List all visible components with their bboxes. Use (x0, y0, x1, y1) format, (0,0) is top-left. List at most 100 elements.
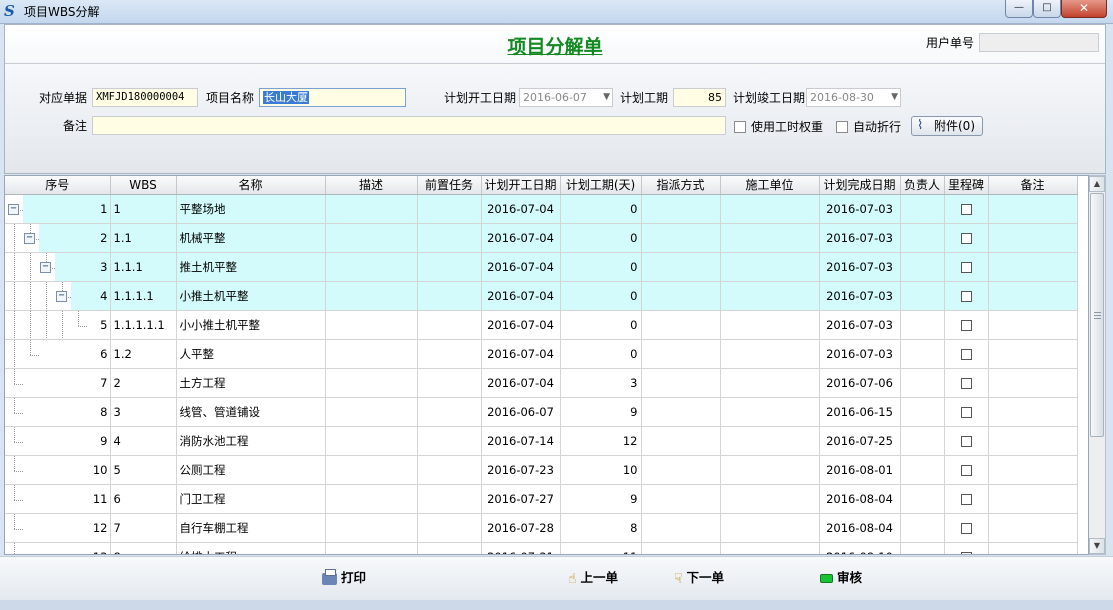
description-cell[interactable] (325, 310, 418, 340)
milestone-checkbox[interactable] (960, 435, 972, 447)
name-cell[interactable]: 给排水工程 (176, 542, 326, 554)
contractor-cell[interactable] (720, 368, 820, 398)
remark-cell[interactable] (988, 426, 1078, 456)
plan-finish-cell[interactable]: 2016-08-04 (819, 513, 901, 543)
plan-duration-field[interactable]: 85 (673, 88, 726, 107)
plan-days-cell[interactable]: 0 (560, 281, 642, 311)
audit-button[interactable]: 审核 (820, 569, 862, 587)
owner-cell[interactable] (900, 397, 945, 427)
owner-cell[interactable] (900, 542, 945, 554)
print-button[interactable]: 打印 (322, 568, 366, 587)
plan-start-cell[interactable]: 2016-07-14 (481, 426, 561, 456)
predecessor-cell[interactable] (417, 426, 482, 456)
plan-start-cell[interactable]: 2016-07-04 (481, 223, 561, 253)
milestone-checkbox[interactable] (960, 203, 972, 215)
plan-days-cell[interactable]: 12 (560, 426, 642, 456)
owner-cell[interactable] (900, 455, 945, 485)
milestone-cell[interactable] (944, 397, 989, 427)
contractor-cell[interactable] (720, 484, 820, 514)
collapse-toggle-icon[interactable]: − (56, 290, 67, 302)
description-cell[interactable] (325, 397, 418, 427)
table-row[interactable]: 10 5 公厕工程 2016-07-23 10 2016-08-01 (5, 455, 1078, 485)
name-cell[interactable]: 推土机平整 (176, 252, 326, 282)
attachment-button[interactable]: ⌇ 附件(0) (911, 116, 983, 136)
milestone-cell[interactable] (944, 223, 989, 253)
wbs-cell[interactable]: 6 (110, 484, 177, 514)
contractor-cell[interactable] (720, 513, 820, 543)
predecessor-cell[interactable] (417, 281, 482, 311)
contractor-cell[interactable] (720, 194, 820, 224)
predecessor-cell[interactable] (417, 223, 482, 253)
name-cell[interactable]: 公厕工程 (176, 455, 326, 485)
description-cell[interactable] (325, 455, 418, 485)
owner-cell[interactable] (900, 339, 945, 369)
name-cell[interactable]: 土方工程 (176, 368, 326, 398)
collapse-toggle-icon[interactable]: − (40, 261, 51, 273)
assign-mode-cell[interactable] (641, 281, 721, 311)
name-cell[interactable]: 平整场地 (176, 194, 326, 224)
plan-finish-cell[interactable]: 2016-07-03 (819, 252, 901, 282)
plan-finish-cell[interactable]: 2016-07-03 (819, 223, 901, 253)
description-cell[interactable] (325, 281, 418, 311)
description-cell[interactable] (325, 339, 418, 369)
contractor-cell[interactable] (720, 397, 820, 427)
milestone-checkbox[interactable] (960, 522, 972, 534)
predecessor-cell[interactable] (417, 484, 482, 514)
plan-start-cell[interactable]: 2016-07-28 (481, 513, 561, 543)
plan-start-cell[interactable]: 2016-06-07 (481, 397, 561, 427)
plan-start-cell[interactable]: 2016-07-04 (481, 194, 561, 224)
plan-start-cell[interactable]: 2016-07-23 (481, 455, 561, 485)
wbs-cell[interactable]: 1.1.1.1.1 (110, 310, 177, 340)
name-cell[interactable]: 消防水池工程 (176, 426, 326, 456)
previous-button[interactable]: ☝ 上一单 (568, 569, 618, 588)
assign-mode-cell[interactable] (641, 484, 721, 514)
wbs-cell[interactable]: 1.1.1.1 (110, 281, 177, 311)
name-cell[interactable]: 线管、管道铺设 (176, 397, 326, 427)
collapse-toggle-icon[interactable]: − (24, 232, 35, 244)
plan-finish-cell[interactable]: 2016-08-01 (819, 455, 901, 485)
remark-cell[interactable] (988, 484, 1078, 514)
assign-mode-cell[interactable] (641, 339, 721, 369)
milestone-cell[interactable] (944, 426, 989, 456)
plan-finish-cell[interactable]: 2016-07-03 (819, 339, 901, 369)
table-row[interactable]: −4 1.1.1.1 小推土机平整 2016-07-04 0 2016-07-03 (5, 281, 1078, 311)
assign-mode-cell[interactable] (641, 455, 721, 485)
description-cell[interactable] (325, 223, 418, 253)
name-cell[interactable]: 小推土机平整 (176, 281, 326, 311)
plan-finish-cell[interactable]: 2016-06-15 (819, 397, 901, 427)
milestone-checkbox[interactable] (960, 290, 972, 302)
table-row[interactable]: −2 1.1 机械平整 2016-07-04 0 2016-07-03 (5, 223, 1078, 253)
plan-days-cell[interactable]: 0 (560, 223, 642, 253)
column-header[interactable]: WBS (110, 176, 177, 195)
plan-finish-cell[interactable]: 2016-07-03 (819, 310, 901, 340)
description-cell[interactable] (325, 426, 418, 456)
remark-cell[interactable] (988, 223, 1078, 253)
plan-days-cell[interactable]: 0 (560, 339, 642, 369)
plan-days-cell[interactable]: 9 (560, 484, 642, 514)
table-row[interactable]: 9 4 消防水池工程 2016-07-14 12 2016-07-25 (5, 426, 1078, 456)
next-button[interactable]: ☟ 下一单 (674, 569, 724, 588)
plan-finish-cell[interactable]: 2016-08-10 (819, 542, 901, 554)
wbs-cell[interactable]: 8 (110, 542, 177, 554)
milestone-cell[interactable] (944, 484, 989, 514)
description-cell[interactable] (325, 252, 418, 282)
plan-days-cell[interactable]: 9 (560, 397, 642, 427)
remark-cell[interactable] (988, 455, 1078, 485)
plan-finish-cell[interactable]: 2016-07-03 (819, 281, 901, 311)
column-header[interactable]: 备注 (988, 176, 1078, 195)
wbs-cell[interactable]: 1.1 (110, 223, 177, 253)
table-row[interactable]: 11 6 门卫工程 2016-07-27 9 2016-08-04 (5, 484, 1078, 514)
plan-days-cell[interactable]: 10 (560, 455, 642, 485)
wbs-cell[interactable]: 3 (110, 397, 177, 427)
predecessor-cell[interactable] (417, 455, 482, 485)
wbs-cell[interactable]: 1.2 (110, 339, 177, 369)
wbs-cell[interactable]: 4 (110, 426, 177, 456)
remark-cell[interactable] (988, 542, 1078, 554)
owner-cell[interactable] (900, 194, 945, 224)
milestone-cell[interactable] (944, 252, 989, 282)
vertical-scrollbar[interactable]: ▲ ▼ (1089, 175, 1106, 555)
assign-mode-cell[interactable] (641, 542, 721, 554)
milestone-checkbox[interactable] (960, 261, 972, 273)
remark-cell[interactable] (988, 339, 1078, 369)
remark-cell[interactable] (988, 513, 1078, 543)
